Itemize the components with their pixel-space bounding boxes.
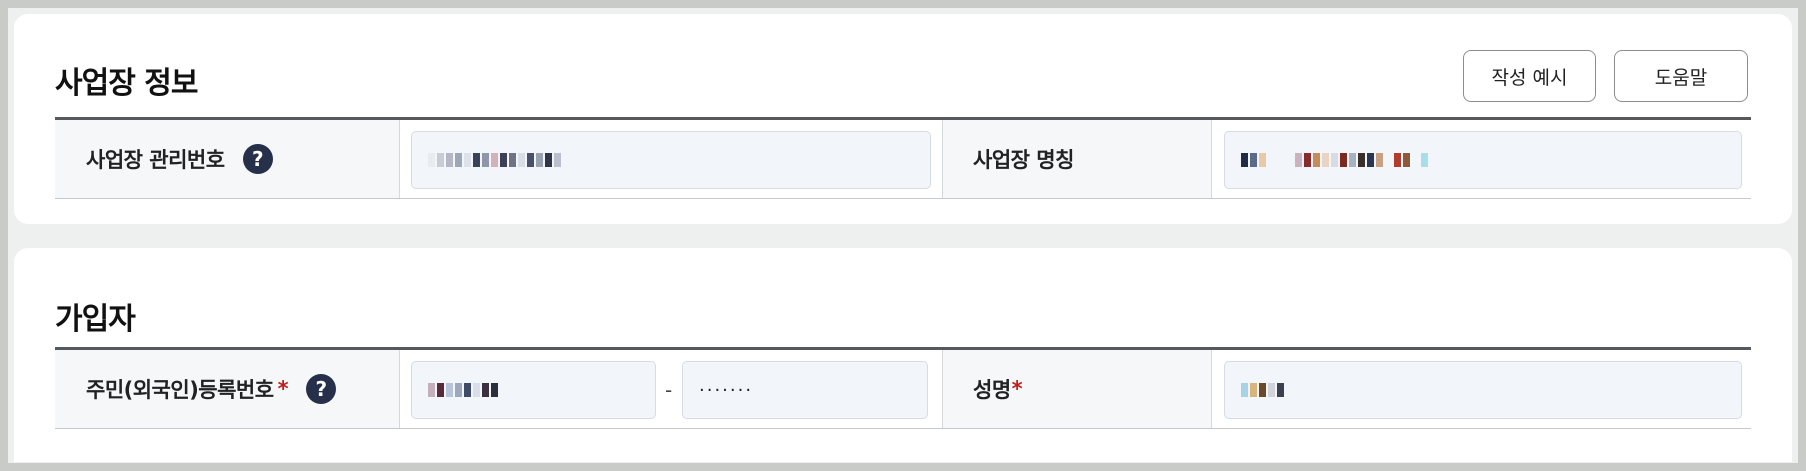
required-mark: * xyxy=(1011,377,1023,401)
person-name-label-cell: 성명 * xyxy=(942,350,1212,428)
question-help-icon[interactable]: ? xyxy=(306,374,337,404)
example-button[interactable]: 작성 예시 xyxy=(1463,50,1596,102)
business-mgmt-number-label-cell: 사업장 관리번호 ? xyxy=(55,120,400,198)
rrn-separator: - xyxy=(665,378,673,402)
business-mgmt-number-label: 사업장 관리번호 xyxy=(86,148,225,172)
business-name-label: 사업장 명칭 xyxy=(973,148,1074,172)
help-button[interactable]: 도움말 xyxy=(1614,50,1748,102)
rrn-back-input[interactable]: ······· xyxy=(682,361,928,419)
question-help-icon[interactable]: ? xyxy=(242,144,273,174)
business-info-title: 사업장 정보 xyxy=(55,66,198,101)
business-info-card: 사업장 정보 작성 예시 도움말 사업장 관리번호 ? 사업장 명칭 xyxy=(14,14,1792,224)
subscriber-title: 가입자 xyxy=(55,302,136,337)
redacted-mosaic xyxy=(428,383,498,397)
required-mark: * xyxy=(277,377,289,401)
subscriber-form-row: 주민(외국인)등록번호 * ? - ······· 성명 * xyxy=(55,347,1751,429)
redacted-mosaic xyxy=(428,153,561,167)
business-name-input[interactable] xyxy=(1224,131,1742,189)
business-mgmt-number-input[interactable] xyxy=(411,131,931,189)
redacted-mosaic xyxy=(1241,383,1284,397)
rrn-front-input[interactable] xyxy=(411,361,656,419)
rrn-label-cell: 주민(외국인)등록번호 * ? xyxy=(55,350,400,428)
rrn-back-value: ······· xyxy=(699,379,754,401)
business-name-label-cell: 사업장 명칭 xyxy=(942,120,1212,198)
subscriber-card: 가입자 주민(외국인)등록번호 * ? - ······· 성명 * xyxy=(14,248,1792,462)
business-form-row: 사업장 관리번호 ? 사업장 명칭 xyxy=(55,117,1751,199)
page-background: 사업장 정보 작성 예시 도움말 사업장 관리번호 ? 사업장 명칭 가입자 주… xyxy=(8,8,1798,463)
rrn-label: 주민(외국인)등록번호 xyxy=(86,378,274,402)
redacted-mosaic xyxy=(1241,153,1428,167)
person-name-input[interactable] xyxy=(1224,361,1742,419)
person-name-label: 성명 xyxy=(973,378,1011,402)
